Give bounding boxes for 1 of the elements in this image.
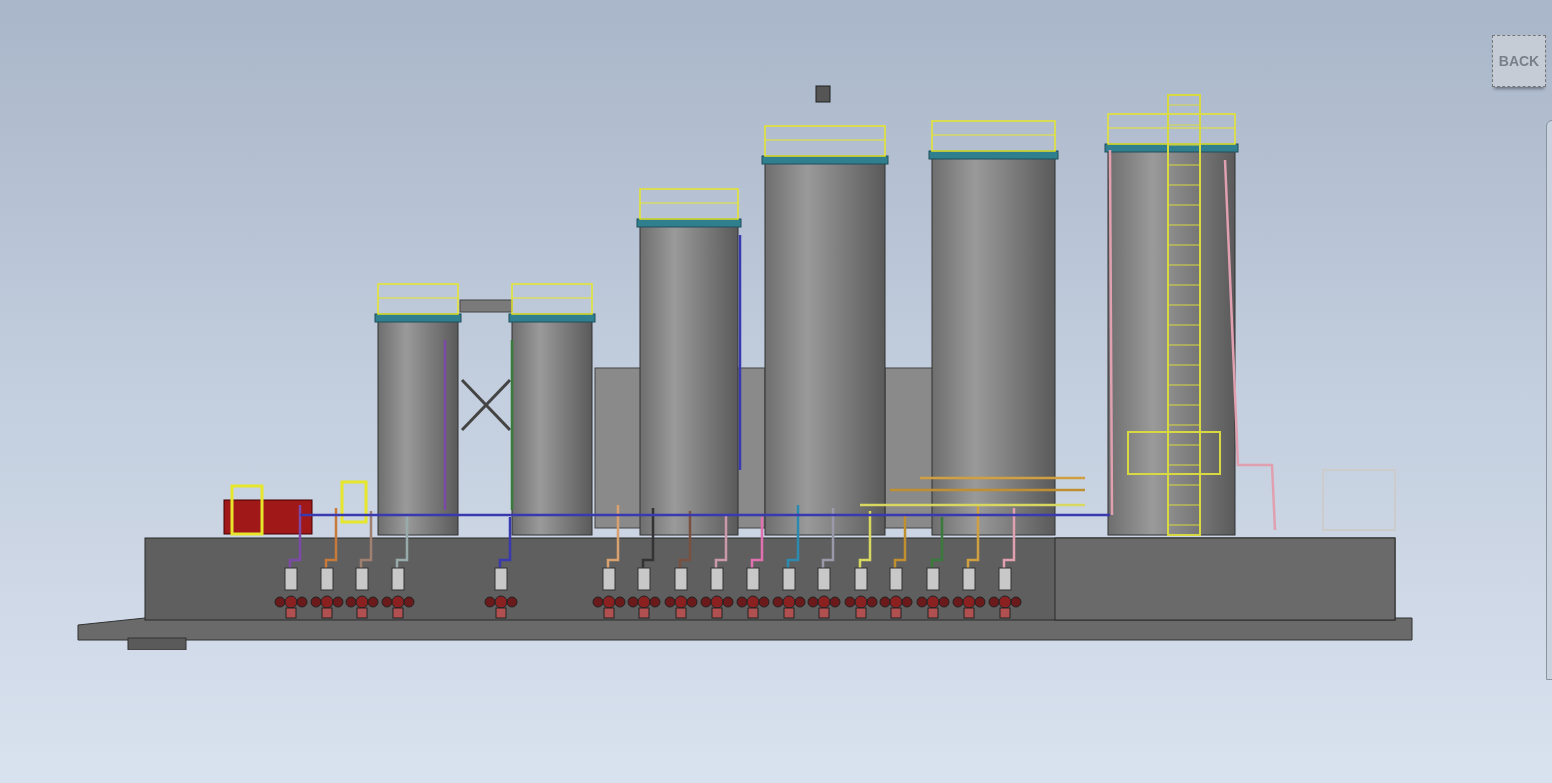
- back-button[interactable]: BACK: [1492, 35, 1546, 87]
